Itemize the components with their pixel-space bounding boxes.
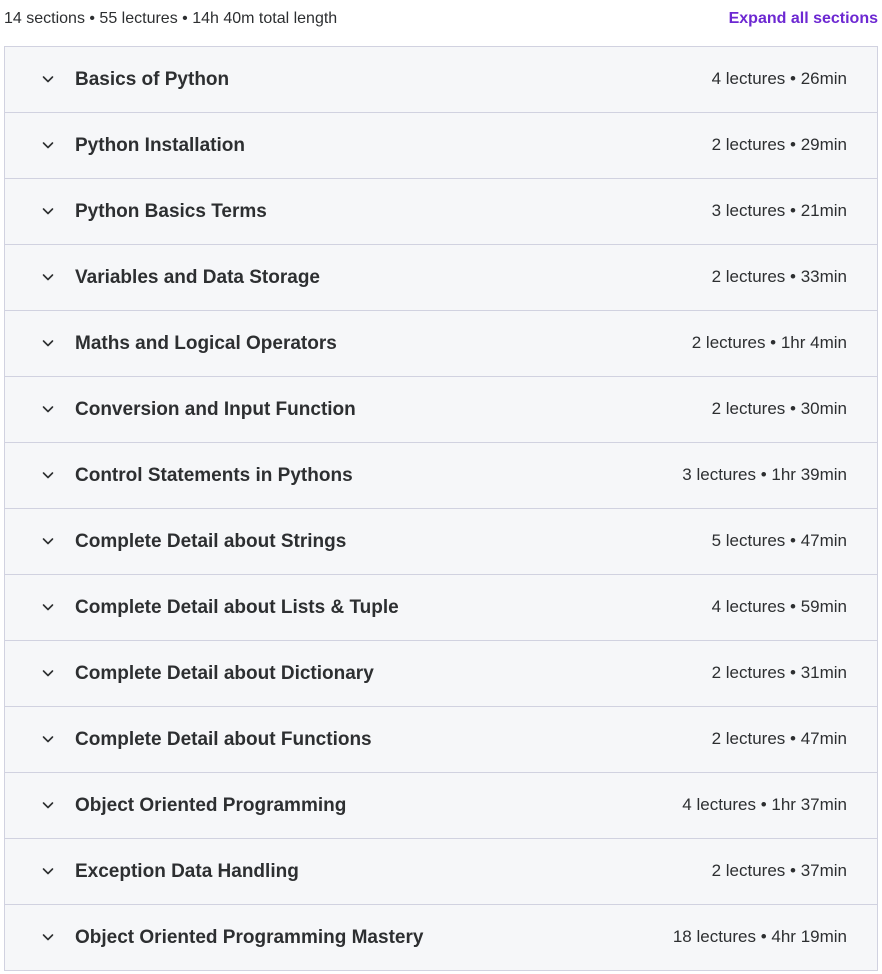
- chevron-down-icon: [41, 204, 55, 218]
- section-row[interactable]: Python Basics Terms 3 lectures • 21min: [5, 179, 877, 245]
- section-row[interactable]: Complete Detail about Strings 5 lectures…: [5, 509, 877, 575]
- section-row[interactable]: Python Installation 2 lectures • 29min: [5, 113, 877, 179]
- section-title: Maths and Logical Operators: [75, 333, 337, 354]
- section-meta: 2 lectures • 31min: [711, 663, 847, 682]
- section-meta: 5 lectures • 47min: [711, 531, 847, 550]
- section-row[interactable]: Maths and Logical Operators 2 lectures •…: [5, 311, 877, 377]
- course-summary: 14 sections • 55 lectures • 14h 40m tota…: [4, 10, 338, 27]
- chevron-down-icon: [41, 930, 55, 944]
- section-title: Object Oriented Programming: [75, 795, 347, 816]
- expand-all-sections-button[interactable]: Expand all sections: [729, 10, 878, 28]
- chevron-down-icon: [41, 468, 55, 482]
- section-meta: 2 lectures • 47min: [711, 729, 847, 748]
- section-meta: 2 lectures • 33min: [711, 267, 847, 286]
- section-title: Python Installation: [75, 135, 245, 156]
- chevron-down-icon: [41, 270, 55, 284]
- chevron-down-icon: [41, 864, 55, 878]
- section-row[interactable]: Complete Detail about Lists & Tuple 4 le…: [5, 575, 877, 641]
- section-title: Conversion and Input Function: [75, 399, 356, 420]
- curriculum-section-list: Basics of Python 4 lectures • 26min Pyth…: [4, 46, 878, 971]
- curriculum-header: 14 sections • 55 lectures • 14h 40m tota…: [0, 0, 882, 46]
- section-row[interactable]: Object Oriented Programming 4 lectures •…: [5, 773, 877, 839]
- section-title: Object Oriented Programming Mastery: [75, 927, 424, 948]
- chevron-down-icon: [41, 402, 55, 416]
- section-row[interactable]: Exception Data Handling 2 lectures • 37m…: [5, 839, 877, 905]
- section-title: Complete Detail about Lists & Tuple: [75, 597, 399, 618]
- section-meta: 3 lectures • 1hr 39min: [682, 465, 847, 484]
- section-title: Control Statements in Pythons: [75, 465, 353, 486]
- section-row[interactable]: Object Oriented Programming Mastery 18 l…: [5, 905, 877, 971]
- chevron-down-icon: [41, 534, 55, 548]
- section-title: Complete Detail about Strings: [75, 531, 347, 552]
- chevron-down-icon: [41, 666, 55, 680]
- chevron-down-icon: [41, 732, 55, 746]
- section-title: Complete Detail about Functions: [75, 729, 372, 750]
- chevron-down-icon: [41, 600, 55, 614]
- section-meta: 2 lectures • 1hr 4min: [691, 333, 847, 352]
- chevron-down-icon: [41, 138, 55, 152]
- chevron-down-icon: [41, 798, 55, 812]
- section-row[interactable]: Conversion and Input Function 2 lectures…: [5, 377, 877, 443]
- section-meta: 4 lectures • 59min: [711, 597, 847, 616]
- section-meta: 18 lectures • 4hr 19min: [672, 927, 847, 946]
- section-meta: 2 lectures • 37min: [711, 861, 847, 880]
- section-row[interactable]: Variables and Data Storage 2 lectures • …: [5, 245, 877, 311]
- section-row[interactable]: Control Statements in Pythons 3 lectures…: [5, 443, 877, 509]
- section-meta: 4 lectures • 1hr 37min: [682, 795, 847, 814]
- section-title: Python Basics Terms: [75, 201, 267, 222]
- section-title: Complete Detail about Dictionary: [75, 663, 374, 684]
- section-meta: 4 lectures • 26min: [711, 69, 847, 88]
- section-row[interactable]: Complete Detail about Dictionary 2 lectu…: [5, 641, 877, 707]
- section-meta: 3 lectures • 21min: [711, 201, 847, 220]
- section-meta: 2 lectures • 30min: [711, 399, 847, 418]
- chevron-down-icon: [41, 72, 55, 86]
- section-title: Variables and Data Storage: [75, 267, 320, 288]
- section-meta: 2 lectures • 29min: [711, 135, 847, 154]
- section-title: Exception Data Handling: [75, 861, 299, 882]
- section-title: Basics of Python: [75, 69, 230, 90]
- section-row[interactable]: Complete Detail about Functions 2 lectur…: [5, 707, 877, 773]
- section-row[interactable]: Basics of Python 4 lectures • 26min: [5, 47, 877, 113]
- chevron-down-icon: [41, 336, 55, 350]
